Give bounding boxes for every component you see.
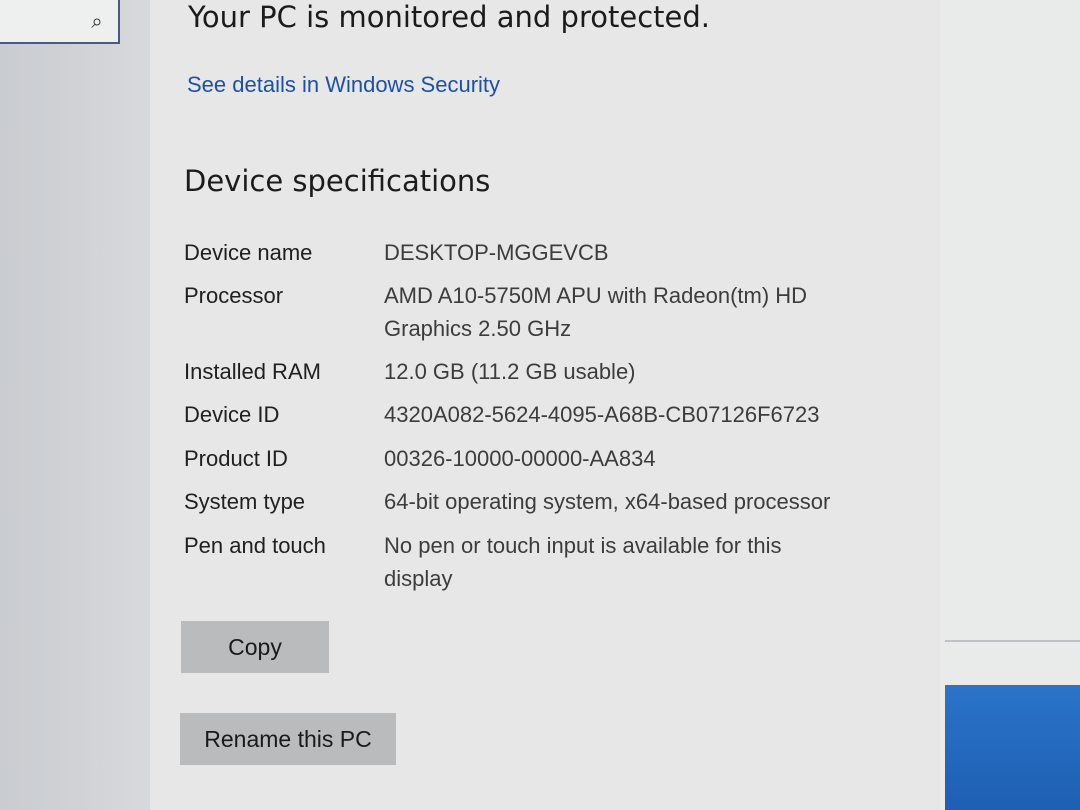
spec-label: System type: [184, 489, 306, 514]
spec-value: 12.0 GB (11.2 GB usable): [384, 359, 636, 384]
search-icon[interactable]: ⌕: [86, 10, 108, 32]
settings-nav-background: [0, 0, 150, 810]
spec-value: DESKTOP-MGGEVCB: [384, 240, 609, 265]
spec-label: Installed RAM: [184, 359, 321, 384]
copy-button[interactable]: Copy: [181, 621, 329, 673]
spec-label: Pen and touch: [184, 533, 326, 558]
spec-value: No pen or touch input is available for t…: [384, 533, 782, 591]
device-specifications-title: Device specifications: [184, 164, 491, 198]
spec-label: Device ID: [184, 402, 280, 427]
spec-value: 4320A082-5624-4095-A68B-CB07126F6723: [384, 402, 820, 427]
rename-pc-button[interactable]: Rename this PC: [180, 713, 396, 765]
spec-value: 00326-10000-00000-AA834: [384, 446, 656, 471]
spec-label: Device name: [184, 240, 313, 265]
spec-label: Product ID: [184, 446, 288, 471]
spec-value: 64-bit operating system, x64-based proce…: [384, 489, 831, 514]
spec-value: AMD A10-5750M APU with Radeon(tm) HD Gra…: [384, 283, 808, 341]
spec-label: Processor: [184, 283, 284, 308]
settings-search-box[interactable]: ⌕: [0, 0, 120, 44]
windows-security-link[interactable]: See details in Windows Security: [187, 72, 500, 98]
security-status-text: Your PC is monitored and protected.: [188, 0, 710, 34]
background-window-accent: [945, 685, 1080, 810]
divider: [945, 640, 1080, 642]
